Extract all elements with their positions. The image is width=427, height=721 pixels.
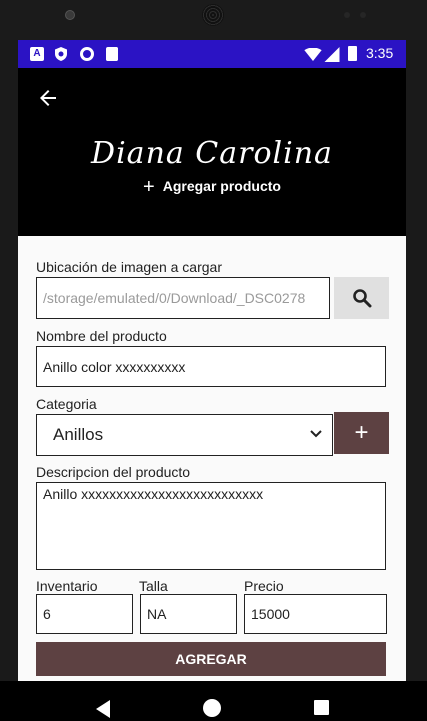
add-category-button[interactable]: + (334, 412, 389, 454)
image-location-label: Ubicación de imagen a cargar (36, 259, 222, 275)
price-label: Precio (244, 578, 284, 594)
wifi-icon (304, 48, 322, 61)
front-camera (65, 10, 75, 20)
price-field[interactable]: 15000 (244, 594, 387, 634)
add-product-button[interactable]: AGREGAR (36, 642, 386, 676)
category-selected-value: Anillos (53, 425, 104, 444)
page-title: + Agregar producto (18, 176, 406, 199)
a-notification-icon: A (30, 47, 44, 61)
inventory-field[interactable]: 6 (36, 594, 133, 634)
inventory-label: Inventario (36, 578, 98, 594)
sd-card-icon (106, 47, 118, 61)
plus-icon: + (354, 419, 369, 446)
description-label: Descripcion del producto (36, 464, 191, 480)
proximity-sensor (344, 12, 350, 18)
description-field[interactable]: Anillo xxxxxxxxxxxxxxxxxxxxxxxxxx (36, 482, 386, 570)
category-select[interactable]: Anillos (36, 414, 333, 456)
back-arrow-icon[interactable] (36, 86, 60, 110)
app-header: Diana Carolina + Agregar producto (18, 68, 406, 236)
page-title-text: Agregar producto (162, 178, 281, 194)
product-name-label: Nombre del producto (36, 328, 167, 344)
brand-title: Diana Carolina (91, 136, 333, 171)
chevron-down-icon (310, 430, 322, 438)
nav-recents-icon[interactable] (314, 700, 329, 715)
signal-icon (324, 47, 340, 62)
device-bezel (0, 0, 427, 40)
circle-icon (80, 47, 94, 61)
nav-back-icon[interactable] (96, 700, 110, 718)
earpiece-speaker (202, 4, 224, 26)
size-label: Talla (139, 578, 168, 594)
shield-icon (55, 47, 67, 61)
search-icon (352, 289, 371, 308)
battery-icon (348, 46, 357, 61)
status-time: 3:35 (366, 45, 394, 61)
product-name-field[interactable]: Anillo color xxxxxxxxxx (36, 346, 386, 387)
category-label: Categoria (36, 396, 97, 412)
status-bar: A 3:35 (18, 40, 406, 68)
browse-image-button[interactable] (334, 277, 389, 319)
light-sensor (360, 12, 366, 18)
app-screen: A 3:35 Diana Carolina + Agregar producto … (18, 40, 406, 681)
size-field[interactable]: NA (140, 594, 237, 634)
nav-home-icon[interactable] (203, 699, 221, 717)
image-path-field[interactable]: /storage/emulated/0/Download/_DSC0278 (36, 277, 330, 319)
plus-icon: + (143, 176, 155, 198)
navigation-bar (0, 681, 427, 721)
